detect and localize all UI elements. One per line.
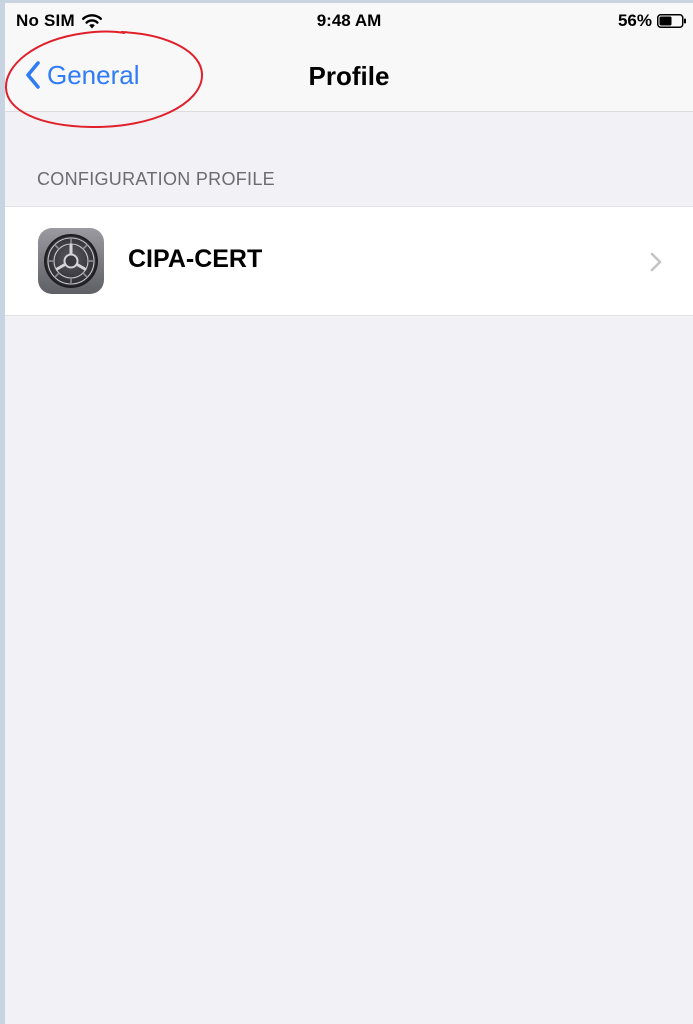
profile-row-cipa-cert[interactable]: CIPA-CERT	[5, 206, 693, 316]
profile-name: CIPA-CERT	[128, 245, 263, 273]
battery-percent: 56%	[617, 11, 652, 30]
status-right: 56%	[618, 11, 687, 31]
screen: No SIM 9:48 AM 56% General Profile CONFI…	[0, 0, 693, 1024]
annotation-ellipse	[4, 30, 203, 128]
section-header: CONFIGURATION PROFILE	[37, 169, 275, 189]
battery-icon	[657, 14, 686, 28]
chevron-right-icon	[650, 252, 662, 272]
settings-gear-icon	[38, 228, 104, 294]
